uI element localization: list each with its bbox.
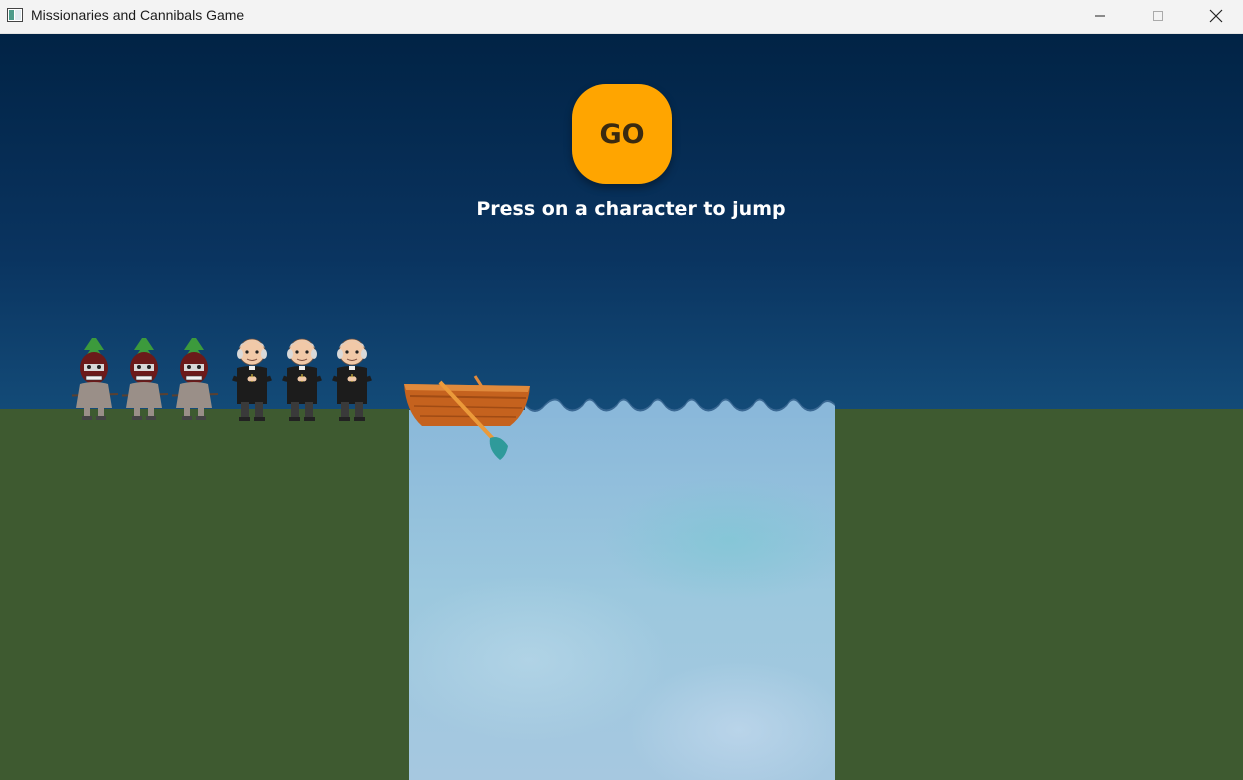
left-bank bbox=[0, 409, 409, 780]
missionary-character[interactable] bbox=[229, 334, 275, 422]
go-button-label: GO bbox=[599, 118, 645, 150]
right-bank bbox=[835, 409, 1243, 780]
cannibal-character[interactable] bbox=[172, 334, 218, 422]
river-waves bbox=[525, 398, 835, 418]
missionary-character[interactable] bbox=[329, 334, 375, 422]
title-bar: Missionaries and Cannibals Game bbox=[0, 0, 1243, 34]
game-scene: GO Press on a character to jump bbox=[0, 34, 1243, 780]
instruction-text: Press on a character to jump bbox=[476, 198, 786, 220]
app-window-icon bbox=[7, 8, 23, 22]
minimize-icon bbox=[1095, 15, 1105, 17]
boat[interactable] bbox=[400, 372, 535, 467]
missionary-character[interactable] bbox=[279, 334, 325, 422]
maximize-icon bbox=[1153, 11, 1163, 21]
close-icon bbox=[1209, 9, 1223, 23]
close-button[interactable] bbox=[1187, 0, 1243, 32]
window-title: Missionaries and Cannibals Game bbox=[31, 7, 245, 23]
go-button[interactable]: GO bbox=[572, 84, 672, 184]
minimize-button[interactable] bbox=[1071, 0, 1129, 32]
cannibal-character[interactable] bbox=[72, 334, 118, 422]
maximize-button[interactable] bbox=[1129, 0, 1187, 32]
cannibal-character[interactable] bbox=[122, 334, 168, 422]
